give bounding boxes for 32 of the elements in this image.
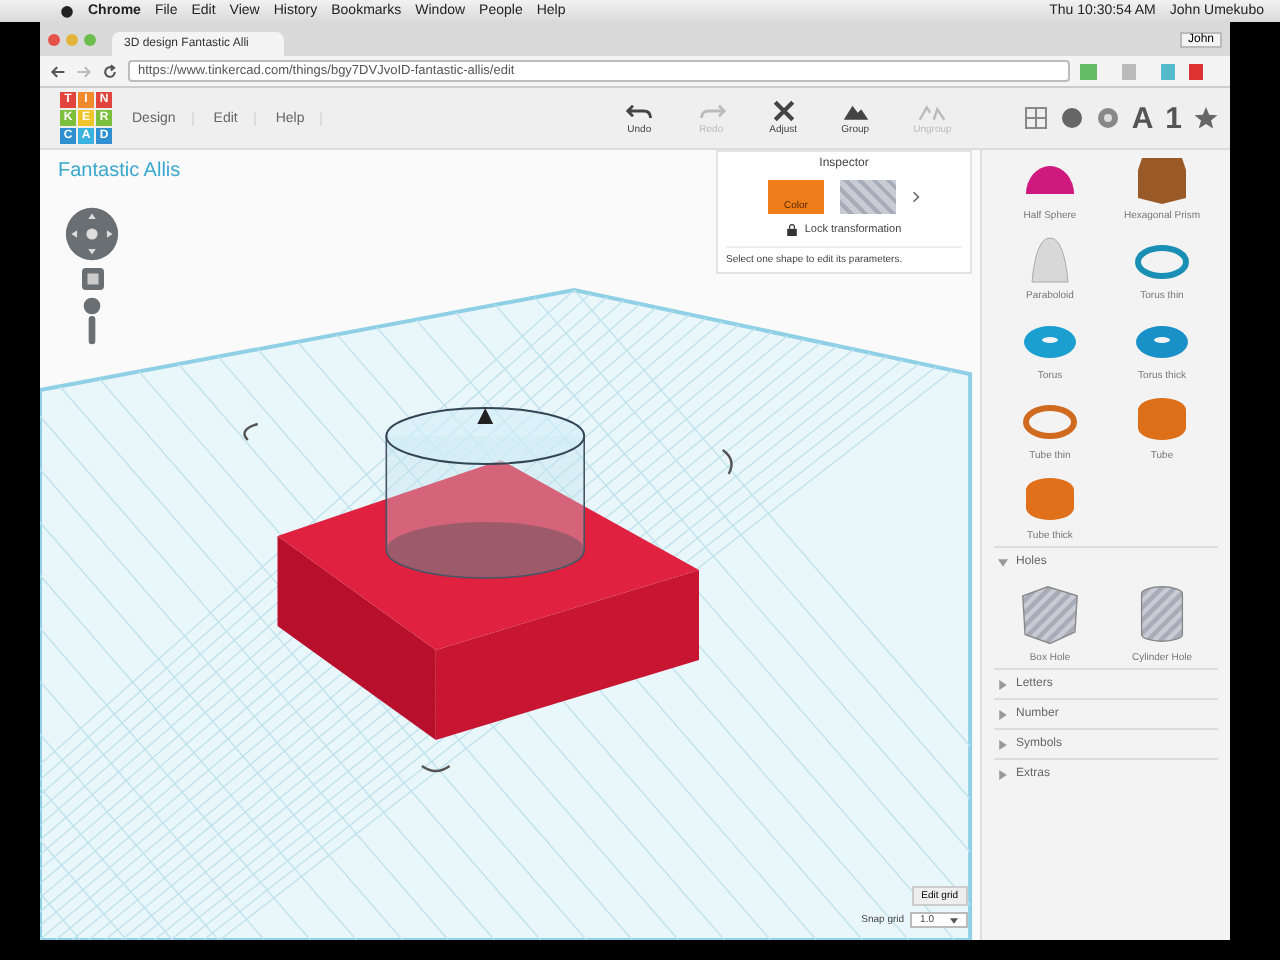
rotate-handle-icon[interactable] — [421, 765, 451, 773]
caret-icon — [950, 917, 958, 923]
group-icon — [841, 100, 870, 122]
grid-icon[interactable] — [1023, 106, 1048, 130]
redo-icon — [697, 100, 726, 122]
reload-icon[interactable] — [102, 63, 118, 79]
apple-icon[interactable] — [60, 4, 74, 18]
panel-tab[interactable]: A — [1131, 101, 1154, 135]
caret-icon — [998, 709, 1008, 719]
star-icon[interactable] — [1194, 106, 1218, 130]
view-pad-icon[interactable] — [64, 206, 120, 262]
caret-icon — [998, 557, 1008, 567]
undo-icon — [625, 100, 654, 122]
cylinder-hole-drawing[interactable] — [385, 407, 586, 579]
rotate-handle-icon[interactable] — [722, 449, 733, 475]
ungroup-icon — [918, 100, 947, 122]
striped-cube-icon — [1016, 580, 1084, 648]
caret-icon — [998, 769, 1008, 779]
caret-icon — [998, 739, 1008, 749]
fit-view-icon[interactable] — [81, 268, 103, 290]
hole-swatch[interactable] — [840, 180, 896, 214]
chevron-icon[interactable] — [912, 190, 920, 204]
adjust-icon — [769, 100, 798, 122]
lock-icon[interactable] — [786, 224, 799, 236]
rotate-handle-icon[interactable] — [243, 422, 259, 441]
window-controls-icon[interactable] — [48, 33, 96, 45]
caret-icon — [998, 679, 1008, 689]
height-handle-icon[interactable] — [477, 408, 494, 424]
sphere-icon[interactable] — [1059, 106, 1084, 130]
zoom-icon[interactable] — [82, 296, 102, 346]
panel-tab[interactable]: 1 — [1165, 101, 1182, 135]
back-icon[interactable] — [50, 63, 66, 79]
